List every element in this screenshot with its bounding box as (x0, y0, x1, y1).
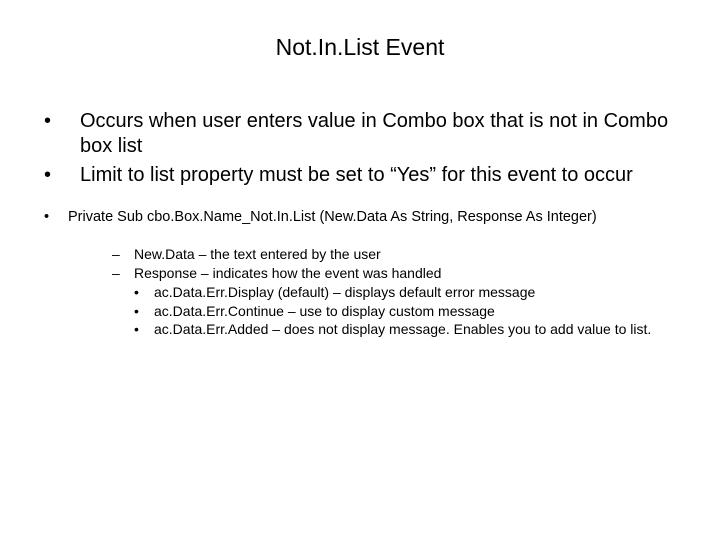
bullet-icon: • (44, 208, 68, 227)
bullet-text: ac.Data.Err.Display (default) – displays… (154, 283, 535, 302)
list-item: – Response – indicates how the event was… (90, 264, 700, 283)
dash-icon: – (112, 245, 134, 264)
bullet-text: Occurs when user enters value in Combo b… (80, 109, 700, 159)
slide-title: Not.In.List Event (20, 34, 700, 61)
bullet-text: ac.Data.Err.Added – does not display mes… (154, 320, 651, 339)
bullet-text: ac.Data.Err.Continue – use to display cu… (154, 302, 495, 321)
bullet-icon: • (134, 320, 154, 339)
bullet-text: Limit to list property must be set to “Y… (80, 163, 633, 188)
bullet-icon: • (134, 283, 154, 302)
list-item: • ac.Data.Err.Added – does not display m… (90, 320, 700, 339)
nested-list: – New.Data – the text entered by the use… (20, 245, 700, 339)
bullet-icon: • (134, 302, 154, 321)
list-item: • ac.Data.Err.Display (default) – displa… (90, 283, 700, 302)
bullet-text: Response – indicates how the event was h… (134, 264, 441, 283)
bullet-icon: • (44, 109, 80, 159)
bullet-text: Private Sub cbo.Box.Name_Not.In.List (Ne… (68, 208, 597, 227)
list-item: – New.Data – the text entered by the use… (90, 245, 700, 264)
list-item: • Limit to list property must be set to … (20, 163, 700, 188)
list-item: • ac.Data.Err.Continue – use to display … (90, 302, 700, 321)
bullet-text: New.Data – the text entered by the user (134, 245, 381, 264)
list-item: • Private Sub cbo.Box.Name_Not.In.List (… (20, 208, 700, 227)
dash-icon: – (112, 264, 134, 283)
list-item: • Occurs when user enters value in Combo… (20, 109, 700, 159)
bullet-icon: • (44, 163, 80, 188)
